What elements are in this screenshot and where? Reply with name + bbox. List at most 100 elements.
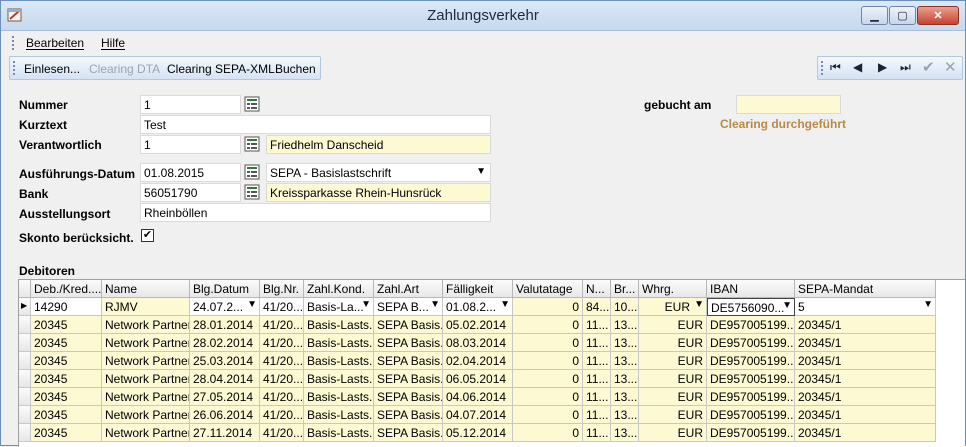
cell-deb-kred[interactable]: 20345 [31,370,102,388]
menu-grip-icon[interactable] [12,36,15,50]
cell-blg-nr[interactable]: 41/20... [260,298,304,316]
cell-blg-nr[interactable]: 41/20... [260,388,304,406]
row-indicator[interactable] [19,352,31,370]
cell-name[interactable]: Network Partner... [102,406,190,424]
column-header-valutatage[interactable]: Valutatage [513,280,583,298]
cell-br[interactable]: 13... [611,352,639,370]
cell-name[interactable]: Network Partner... [102,352,190,370]
cell-zahl-art[interactable]: SEPA Basis... [374,334,443,352]
column-header-zahl-kond[interactable]: Zahl.Kond. [304,280,374,298]
cell-blg-datum[interactable]: 27.05.2014 [190,388,260,406]
cell-n[interactable]: 11... [583,370,611,388]
cell-blg-nr[interactable]: 41/20... [260,424,304,442]
column-header-name[interactable]: Name [102,280,190,298]
menu-bearbeiten[interactable]: Bearbeiten [26,36,84,50]
cell-blg-nr[interactable]: 41/20... [260,352,304,370]
cell-faelligkeit[interactable]: 02.04.2014 [443,352,513,370]
clearing-dta-button[interactable]: Clearing DTA [89,62,160,76]
cell-iban[interactable]: DE957005199... [707,424,795,442]
cell-name[interactable]: Network Partner... [102,388,190,406]
column-header-blg-nr[interactable]: Blg.Nr. [260,280,304,298]
cell-valutatage[interactable]: 0 [513,424,583,442]
table-row[interactable]: 20345 Network Partner... 27.05.2014 41/20..… [19,388,965,406]
previous-record-icon[interactable]: ◀ [853,60,862,74]
table-row[interactable]: 20345 Network Partner... 27.11.2014 41/20..… [19,424,965,442]
cell-zahl-kond[interactable]: Basis-Lasts... [304,388,374,406]
table-row[interactable]: 20345 Network Partner... 26.06.2014 41/20..… [19,406,965,424]
table-row[interactable]: 20345 Network Partner... 28.02.2014 41/20..… [19,334,965,352]
column-header-iban[interactable]: IBAN [707,280,795,298]
cell-deb-kred[interactable]: 20345 [31,424,102,442]
cell-blg-datum[interactable]: 28.01.2014 [190,316,260,334]
cell-whrg[interactable]: EUR [639,370,707,388]
cell-blg-datum[interactable]: 27.11.2014 [190,424,260,442]
cell-blg-nr[interactable]: 41/20... [260,406,304,424]
cell-zahl-kond[interactable]: Basis-La... ▼ [304,298,374,316]
cell-blg-datum[interactable]: 25.03.2014 [190,352,260,370]
cell-blg-nr[interactable]: 41/20... [260,334,304,352]
bank-input[interactable]: 56051790 [140,183,241,202]
table-row[interactable]: ▶ 14290 RJMV 24.07.2... ▼ 41/20... Basis-La...… [19,298,965,316]
cell-deb-kred[interactable]: 20345 [31,352,102,370]
cell-blg-datum[interactable]: 26.06.2014 [190,406,260,424]
cell-zahl-kond[interactable]: Basis-Lasts... [304,406,374,424]
cell-faelligkeit[interactable]: 08.03.2014 [443,334,513,352]
cell-br[interactable]: 13... [611,388,639,406]
cell-faelligkeit[interactable]: 04.06.2014 [443,388,513,406]
cell-valutatage[interactable]: 0 [513,352,583,370]
current-row-arrow-icon[interactable]: ▶ [19,298,31,316]
column-header-n[interactable]: N... [583,280,611,298]
cell-br[interactable]: 13... [611,370,639,388]
cell-zahl-kond[interactable]: Basis-Lasts... [304,370,374,388]
first-record-icon[interactable]: ⏮ [830,60,841,75]
cell-zahl-kond[interactable]: Basis-Lasts... [304,316,374,334]
menu-hilfe[interactable]: Hilfe [101,36,125,50]
cell-faelligkeit[interactable]: 01.08.2... ▼ [443,298,513,316]
cell-valutatage[interactable]: 0 [513,406,583,424]
cell-sepa-mandat[interactable]: 5 ▼ [795,298,936,316]
next-record-icon[interactable]: ▶ [878,60,887,74]
cell-blg-datum[interactable]: 24.07.2... ▼ [190,298,260,316]
navbar-grip-icon[interactable] [821,61,824,75]
cell-name[interactable]: Network Partner... [102,370,190,388]
cell-zahl-art[interactable]: SEPA Basis... [374,424,443,442]
bank-lookup-icon[interactable] [244,184,260,200]
cell-n[interactable]: 11... [583,334,611,352]
cell-zahl-kond[interactable]: Basis-Lasts... [304,352,374,370]
last-record-icon[interactable]: ⏭ [900,60,911,75]
cell-valutatage[interactable]: 0 [513,388,583,406]
chevron-down-icon[interactable]: ▼ [500,299,510,310]
cell-name[interactable]: Network Partner... [102,334,190,352]
cell-deb-kred[interactable]: 20345 [31,334,102,352]
column-header-sepa-mandat[interactable]: SEPA-Mandat [795,280,936,298]
cell-zahl-art[interactable]: SEPA Basis... [374,406,443,424]
cell-br[interactable]: 13... [611,424,639,442]
cell-name[interactable]: Network Partner... [102,316,190,334]
cell-whrg[interactable]: EUR [639,316,707,334]
cell-valutatage[interactable]: 0 [513,334,583,352]
cell-deb-kred[interactable]: 20345 [31,406,102,424]
cell-iban[interactable]: DE957005199... [707,370,795,388]
cell-sepa-mandat[interactable]: 20345/1 [795,352,936,370]
cell-deb-kred[interactable]: 20345 [31,316,102,334]
cell-blg-datum[interactable]: 28.04.2014 [190,370,260,388]
cell-name[interactable]: RJMV [102,298,190,316]
cell-n[interactable]: 11... [583,352,611,370]
cell-valutatage[interactable]: 0 [513,298,583,316]
chevron-down-icon[interactable]: ▼ [694,299,704,310]
cell-n[interactable]: 11... [583,316,611,334]
cell-iban[interactable]: DE5756090... ▼ [707,298,795,316]
einlesen-button[interactable]: Einlesen... [24,62,80,76]
cell-n[interactable]: 11... [583,424,611,442]
table-row[interactable]: 20345 Network Partner... 28.01.2014 41/20..… [19,316,965,334]
nummer-input[interactable]: 1 [140,95,241,114]
cell-sepa-mandat[interactable]: 20345/1 [795,424,936,442]
cell-deb-kred[interactable]: 20345 [31,388,102,406]
verantwortlich-lookup-icon[interactable] [244,136,260,152]
chevron-down-icon[interactable]: ▼ [361,299,371,310]
cell-sepa-mandat[interactable]: 20345/1 [795,388,936,406]
cell-iban[interactable]: DE957005199... [707,316,795,334]
chevron-down-icon[interactable]: ▼ [782,300,792,311]
cell-zahl-art[interactable]: SEPA Basis... [374,388,443,406]
chevron-down-icon[interactable]: ▼ [430,299,440,310]
